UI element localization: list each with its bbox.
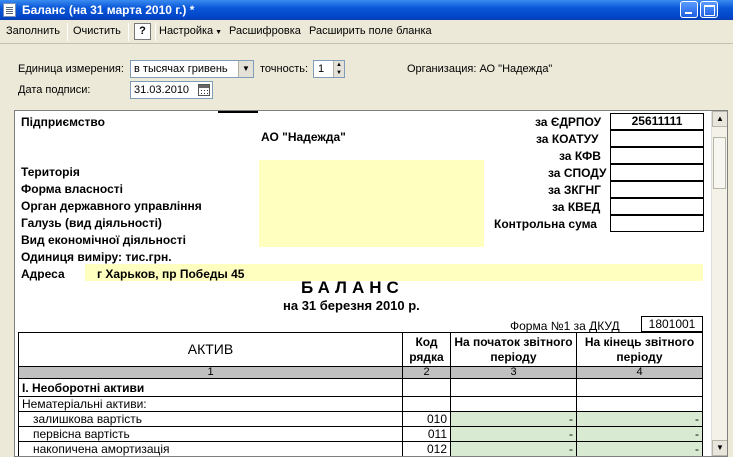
dkud-code-value: 1801001: [648, 317, 696, 331]
column-number: 2: [402, 366, 451, 379]
stepper-up-icon[interactable]: ▲: [333, 61, 344, 69]
unit-select-value: в тысячах гривень: [134, 63, 228, 75]
form-title: БАЛАНС: [301, 278, 404, 297]
unit-of-measure: Одиниця виміру: тис.грн.: [21, 250, 172, 264]
row-start-value[interactable]: -: [450, 426, 577, 442]
form-subtitle: на 31 березня 2010 р.: [283, 298, 420, 313]
signature-date-value: 31.03.2010: [134, 84, 190, 96]
precision-stepper[interactable]: 1 ▲ ▼: [313, 60, 345, 78]
scroll-up-icon[interactable]: ▲: [712, 111, 727, 127]
code-label: за КФВ: [559, 149, 601, 163]
branch-label: Галузь (вид діяльності): [21, 216, 162, 230]
table-row: накопичена амортизація 012 - -: [18, 441, 703, 456]
enterprise-value[interactable]: АО "Надежда": [261, 130, 346, 144]
settings-label: Настройка: [159, 25, 214, 37]
column-number: 3: [450, 366, 577, 379]
unit-label: Единица измерения:: [18, 63, 124, 75]
toolbar-separator: [155, 23, 156, 41]
classification-fields[interactable]: [259, 160, 484, 247]
checksum-field[interactable]: [610, 215, 704, 232]
row-code: 010: [402, 411, 451, 427]
enterprise-label: Підприємство: [21, 115, 105, 129]
precision-label: точность:: [260, 63, 309, 75]
row-name: накопичена амортизація: [18, 441, 403, 456]
settings-menu[interactable]: Настройка ▼: [159, 25, 222, 37]
territory-label: Територія: [21, 165, 80, 179]
kved-code-field[interactable]: [610, 198, 704, 215]
organization-label: Организация: АО "Надежда": [407, 63, 553, 75]
code-label: за ЗКГНГ: [548, 183, 601, 197]
row-end-value[interactable]: -: [576, 426, 703, 442]
activity-label: Вид економічної діяльності: [21, 233, 186, 247]
table-row: залишкова вартість 010 - -: [18, 411, 703, 427]
window-title: Баланс (на 31 марта 2010 г.) *: [22, 3, 195, 17]
column-number: 1: [18, 366, 403, 379]
koatuu-code-field[interactable]: [610, 130, 704, 147]
column-number-row: 1 2 3 4: [18, 366, 703, 379]
row-code: 011: [402, 426, 451, 442]
calendar-icon[interactable]: [198, 84, 210, 96]
code-label: за СПОДУ: [548, 166, 607, 180]
vertical-scrollbar[interactable]: ▲ ▼: [711, 111, 727, 456]
help-button[interactable]: ?: [134, 23, 151, 40]
balance-table: АКТИВ Код рядка На початок звітного пері…: [18, 332, 703, 456]
row-start-value[interactable]: -: [450, 411, 577, 427]
table-row: первісна вартість 011 - -: [18, 426, 703, 442]
expand-form-button[interactable]: Расширить поле бланка: [309, 25, 432, 37]
edrpou-code-field[interactable]: 25611111: [610, 113, 704, 130]
code-label: за ЄДРПОУ: [535, 115, 602, 129]
code-label: за КОАТУУ: [536, 132, 599, 146]
section-title: І. Необоротні активи: [18, 378, 403, 397]
balance-form: Підприємство АО "Надежда" Територія Форм…: [14, 110, 728, 457]
address-value[interactable]: г Харьков, пр Победы 45: [97, 267, 244, 281]
column-header-active: АКТИВ: [18, 332, 403, 367]
code-label: Контрольна сума: [494, 217, 597, 231]
toolbar-separator: [128, 23, 129, 41]
edrpou-code-value: 25611111: [631, 114, 683, 128]
column-header-code: Код рядка: [402, 332, 451, 367]
decode-button[interactable]: Расшифровка: [229, 25, 301, 37]
scroll-thumb[interactable]: [713, 137, 726, 189]
row-end-value[interactable]: -: [576, 441, 703, 456]
authority-label: Орган державного управління: [21, 199, 202, 213]
table-header-row: АКТИВ Код рядка На початок звітного пері…: [18, 332, 703, 367]
minimize-button[interactable]: [680, 1, 698, 18]
divider: [218, 111, 258, 113]
dkud-label: Форма №1 за ДКУД: [510, 319, 620, 333]
ownership-label: Форма власності: [21, 182, 123, 196]
spodu-code-field[interactable]: [610, 164, 704, 181]
group-row: Нематеріальні активи:: [18, 396, 703, 412]
toolbar-separator: [67, 23, 68, 41]
fill-button[interactable]: Заполнить: [6, 25, 60, 37]
dkud-code-field: 1801001: [641, 316, 703, 332]
dropdown-arrow-icon: ▼: [215, 29, 223, 36]
precision-value: 1: [318, 63, 325, 75]
toolbar: Заполнить Очистить ? Настройка ▼ Расшифро…: [0, 20, 733, 44]
column-header-start: На початок звітного періоду: [450, 332, 577, 367]
section-row: І. Необоротні активи: [18, 378, 703, 397]
title-bar: Баланс (на 31 марта 2010 г.) *: [0, 0, 733, 20]
chevron-down-icon[interactable]: ▼: [238, 61, 253, 77]
kfv-code-field[interactable]: [610, 147, 704, 164]
address-label: Адреса: [21, 267, 65, 281]
maximize-button[interactable]: [700, 1, 718, 18]
clear-button[interactable]: Очистить: [73, 25, 121, 37]
row-name: залишкова вартість: [18, 411, 403, 427]
scroll-down-icon[interactable]: ▼: [712, 440, 727, 456]
signature-date-label: Дата подписи:: [18, 84, 91, 96]
signature-date-field[interactable]: 31.03.2010: [130, 81, 213, 99]
row-code: 012: [402, 441, 451, 456]
document-icon: [3, 3, 16, 17]
column-number: 4: [576, 366, 703, 379]
row-name: первісна вартість: [18, 426, 403, 442]
unit-select[interactable]: в тысячах гривень ▼: [130, 60, 254, 78]
row-start-value[interactable]: -: [450, 441, 577, 456]
column-header-end: На кінець звітного періоду: [576, 332, 703, 367]
code-label: за КВЕД: [552, 200, 601, 214]
group-title: Нематеріальні активи:: [18, 396, 403, 412]
stepper-down-icon[interactable]: ▼: [333, 69, 344, 77]
row-end-value[interactable]: -: [576, 411, 703, 427]
zkgng-code-field[interactable]: [610, 181, 704, 198]
